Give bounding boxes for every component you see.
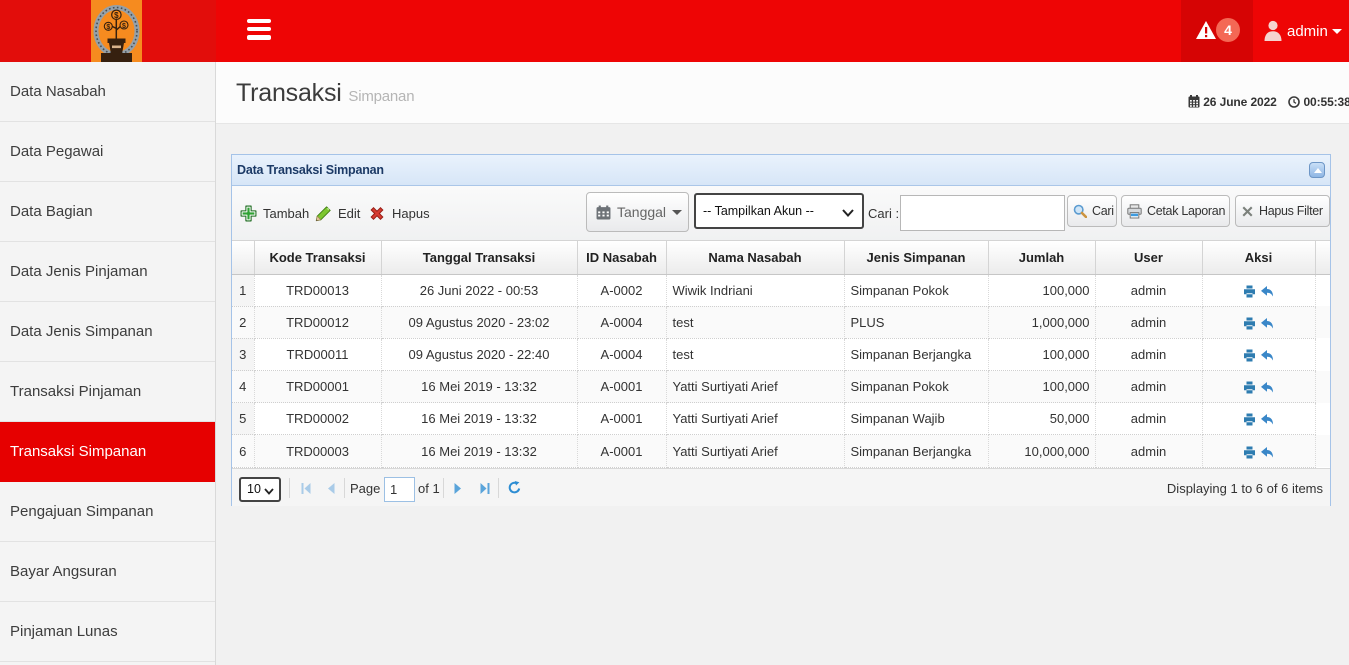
svg-text:$: $	[106, 24, 110, 31]
svg-text:$: $	[122, 23, 126, 30]
svg-text:$: $	[114, 11, 119, 20]
